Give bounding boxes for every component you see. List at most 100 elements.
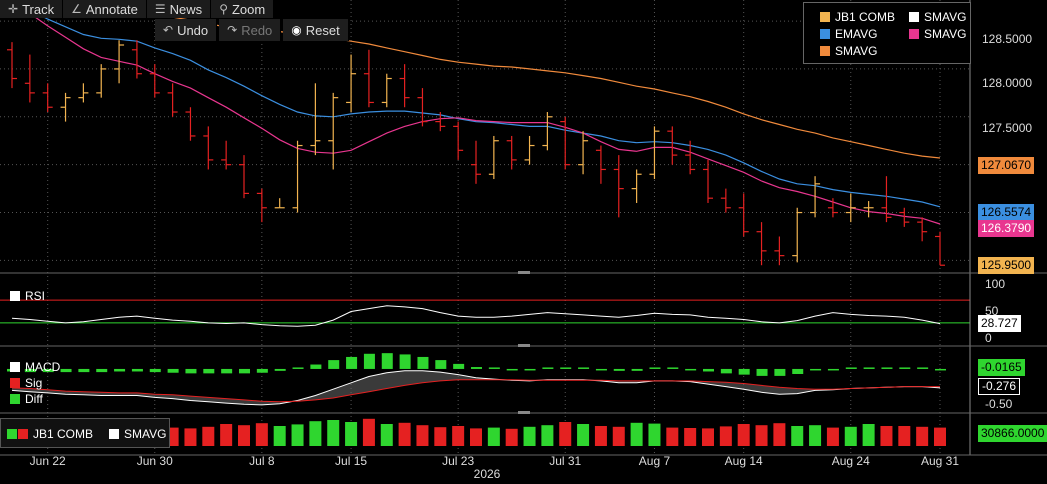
legend-item-smavg-orange[interactable]: SMAVG xyxy=(820,44,877,58)
ohlc-bar xyxy=(96,64,107,98)
legend-item-vol-smavg[interactable]: SMAVG xyxy=(109,427,166,441)
track-button[interactable]: ✛ Track xyxy=(0,0,64,18)
volume-bar xyxy=(755,425,768,446)
macd-diff-bar xyxy=(185,368,197,374)
volume-bar xyxy=(719,426,732,446)
rsi-tick-0: 0 xyxy=(985,331,992,345)
ohlc-bar xyxy=(756,222,767,266)
volume-bar xyxy=(594,426,607,446)
magnifier-icon: ⚲ xyxy=(219,2,228,16)
ohlc-bar xyxy=(256,188,267,223)
x-tick-label: Jun 22 xyxy=(29,454,66,468)
ohlc-bar xyxy=(810,176,821,218)
macd-diff-bar xyxy=(310,364,322,369)
volume-bar xyxy=(291,424,304,446)
volume-bar xyxy=(362,418,375,446)
volume-bar xyxy=(898,426,911,446)
reset-button[interactable]: ◉ Reset xyxy=(283,19,349,41)
macd-diff-bar xyxy=(774,368,786,376)
ohlc-bar xyxy=(60,92,71,122)
macd-diff-bar xyxy=(935,368,946,371)
macd-diff-bar xyxy=(685,368,697,371)
macd-diff-bar xyxy=(506,368,518,371)
volume-bar xyxy=(826,427,839,446)
volume-bar xyxy=(559,422,572,446)
volume-bar xyxy=(273,426,286,446)
macd-diff-bar xyxy=(96,368,108,373)
macd-diff-bar xyxy=(221,368,233,374)
ohlc-bar xyxy=(131,40,142,79)
ohlc-bar xyxy=(578,131,589,175)
annotate-button[interactable]: ∠ Annotate xyxy=(63,0,147,18)
legend-item-smavg-pink[interactable]: SMAVG xyxy=(909,27,966,41)
chart-toolbar: ✛ Track ∠ Annotate ☰ News ⚲ Zoom xyxy=(0,0,275,18)
crosshair-icon: ✛ xyxy=(8,2,19,16)
pencil-icon: ∠ xyxy=(71,2,82,16)
ohlc-bar xyxy=(221,140,232,170)
reset-label: Reset xyxy=(305,22,340,38)
ohlc-bar xyxy=(471,140,481,184)
volume-bar xyxy=(345,422,358,446)
ohlc-bar xyxy=(7,42,17,89)
volume-bar xyxy=(505,428,518,446)
volume-bar xyxy=(666,427,679,446)
legend-item-volume[interactable]: JB1 COMB xyxy=(7,427,93,441)
macd-diff-bar xyxy=(78,368,90,373)
macd-diff-bar xyxy=(631,368,643,371)
macd-diff-bar xyxy=(720,368,732,374)
legend-item-emavg[interactable]: EMAVG xyxy=(820,27,877,41)
x-tick-label: Aug 7 xyxy=(638,454,671,468)
macd-diff-bar xyxy=(703,368,714,372)
swatch-icon xyxy=(909,12,919,22)
macd-diff-bar xyxy=(328,360,340,369)
macd-diff-bar xyxy=(738,368,750,375)
macd-diff-bar xyxy=(363,353,375,369)
ohlc-bar xyxy=(720,188,731,213)
legend-label: SMAVG xyxy=(835,44,878,58)
x-tick-label: Jul 8 xyxy=(249,454,275,468)
rsi-label-text: RSI xyxy=(25,289,46,303)
price-ohlc-bars xyxy=(7,40,945,266)
legend-item-smavg-white[interactable]: SMAVG xyxy=(909,10,966,24)
ohlc-bar xyxy=(363,49,374,108)
macd-line xyxy=(11,370,941,406)
resize-handle-icon xyxy=(518,411,530,414)
swatch-icon xyxy=(909,29,919,39)
undo-icon: ↶ xyxy=(163,23,174,37)
reset-icon: ◉ xyxy=(291,23,302,37)
ohlc-bar xyxy=(203,126,214,170)
macd-diff-bar xyxy=(453,363,465,369)
volume-bar xyxy=(809,425,822,446)
macd-diff-bar xyxy=(649,367,661,369)
legend-item-jb1[interactable]: JB1 COMB xyxy=(820,10,895,24)
zoom-button[interactable]: ⚲ Zoom xyxy=(211,0,275,18)
ohlc-bar xyxy=(792,207,803,263)
redo-button[interactable]: ↷ Redo xyxy=(219,19,282,41)
macd-diff-bar xyxy=(239,368,250,374)
x-tick-label: Aug 24 xyxy=(831,454,870,468)
macd-diff-bar xyxy=(131,368,143,372)
volume-bar xyxy=(773,423,786,446)
chart-canvas xyxy=(0,0,1047,456)
swatch-icon xyxy=(820,46,830,56)
volume-bar xyxy=(487,427,500,446)
news-button[interactable]: ☰ News xyxy=(146,0,212,18)
sig-label-text: Sig xyxy=(25,376,43,390)
volume-bar xyxy=(791,426,804,446)
swatch-icon xyxy=(10,378,20,388)
macd-diff-bar xyxy=(542,367,554,369)
price-tick-3: 127.5000 xyxy=(982,121,1033,135)
undo-button[interactable]: ↶ Undo xyxy=(155,19,218,41)
volume-bar xyxy=(309,421,322,446)
macd-diff-bar xyxy=(863,367,875,369)
swatch-icon xyxy=(18,429,28,439)
volume-bar xyxy=(380,424,393,446)
volume-bar xyxy=(541,425,554,446)
volume-bar xyxy=(880,426,893,446)
macd-sig-badge: -0.276 xyxy=(978,378,1021,395)
volume-bar xyxy=(684,428,697,446)
volume-bar xyxy=(844,426,857,446)
ohlc-bar xyxy=(78,83,89,103)
ohlc-bar xyxy=(917,217,928,242)
swatch-icon xyxy=(820,12,830,22)
